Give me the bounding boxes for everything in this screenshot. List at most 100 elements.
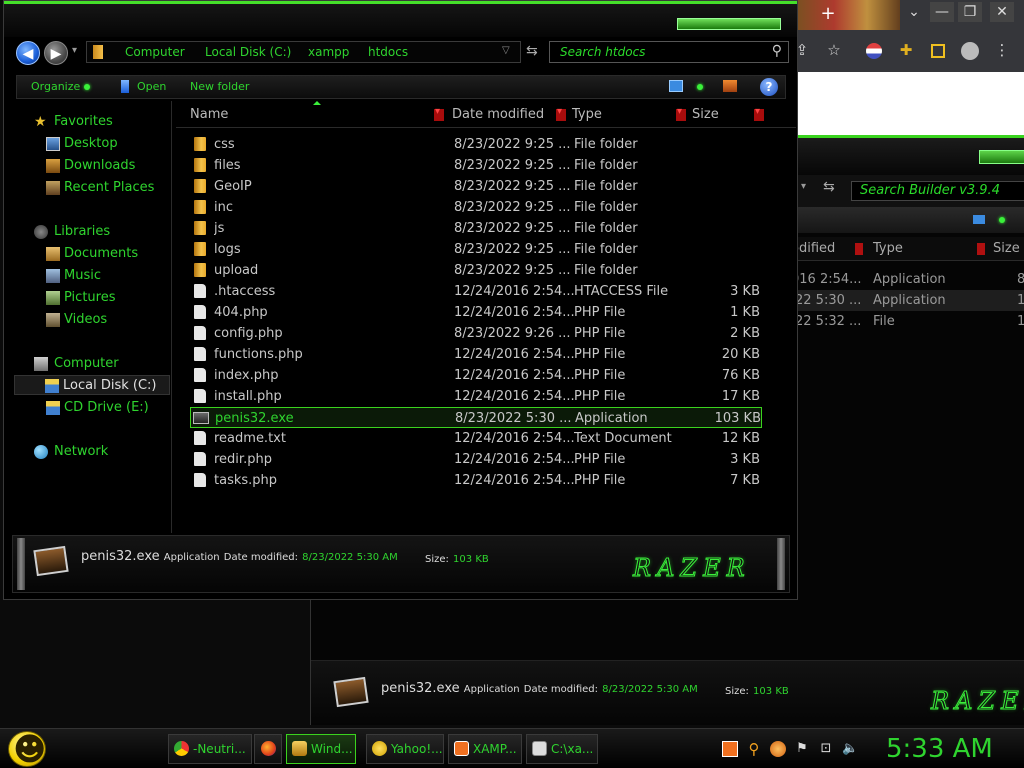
close-button[interactable]: ✕ [990, 2, 1014, 22]
open-button[interactable]: Open [137, 79, 166, 95]
column-name[interactable]: Name [176, 103, 446, 127]
browser-page[interactable] [790, 72, 1024, 135]
app-tray-icon[interactable] [770, 741, 786, 757]
chevron-down-icon[interactable]: ▾ [801, 181, 806, 192]
star-icon[interactable]: ☆ [824, 40, 844, 60]
taskbar-button-explorer[interactable]: Wind... [286, 734, 356, 764]
background-browser-window[interactable]: + ⌄ — ❐ ✕ ⇪ ☆ ✚ ⋮ [790, 0, 1024, 135]
nav-network[interactable]: Network [14, 442, 170, 462]
file-row[interactable]: redir.php 12/24/2016 2:54... PHP File 3 KB [190, 449, 762, 470]
new-tab-button[interactable]: + [816, 4, 840, 24]
column-sep[interactable] [977, 243, 985, 255]
file-row[interactable]: files 8/23/2022 9:25 ... File folder [190, 155, 762, 176]
column-filter-icon[interactable] [556, 106, 566, 121]
nav-libraries[interactable]: Libraries [14, 222, 170, 242]
breadcrumb-local-disk[interactable]: Local Disk (C:) [205, 44, 291, 60]
view-icon[interactable] [669, 80, 683, 92]
nav-recent-places[interactable]: Recent Places [14, 178, 170, 198]
taskbar-button-cmd[interactable]: C:\xa... [526, 734, 598, 764]
organize-button[interactable]: Organize [31, 79, 91, 95]
column-size[interactable]: Size [993, 240, 1020, 258]
history-dropdown-icon[interactable]: ▾ [72, 45, 77, 56]
refresh-icon[interactable]: ⇆ [526, 43, 538, 59]
file-row[interactable]: GeoIP 8/23/2022 9:25 ... File folder [190, 176, 762, 197]
file-row[interactable]: logs 8/23/2022 9:25 ... File folder [190, 239, 762, 260]
refresh-icon[interactable]: ⇆ [823, 179, 835, 195]
new-folder-button[interactable]: New folder [190, 79, 249, 95]
file-row[interactable]: upload 8/23/2022 9:25 ... File folder [190, 260, 762, 281]
back-button[interactable]: ◀ [16, 41, 40, 65]
tab-search-icon[interactable]: ⌄ [902, 2, 926, 22]
file-row[interactable]: config.php 8/23/2022 9:26 ... PHP File 2 KB [190, 323, 762, 344]
window-caption-buttons[interactable] [979, 150, 1024, 164]
search-tray-icon[interactable]: ⚲ [746, 741, 762, 757]
nav-computer[interactable]: Computer [14, 354, 170, 374]
column-filter-icon[interactable] [434, 106, 444, 121]
breadcrumb-xampp[interactable]: xampp [308, 44, 349, 60]
file-name: install.php [214, 389, 282, 404]
file-row[interactable]: css 8/23/2022 9:25 ... File folder [190, 134, 762, 155]
address-bar[interactable]: Computer Local Disk (C:) xampp htdocs ▽ [86, 41, 521, 63]
file-row[interactable]: readme.txt 12/24/2016 2:54... Text Documen… [190, 428, 762, 449]
breadcrumb-htdocs[interactable]: htdocs [368, 44, 408, 60]
downloads-icon [46, 159, 60, 173]
nav-downloads[interactable]: Downloads [14, 156, 170, 176]
taskbar-button-firefox[interactable] [254, 734, 282, 764]
nav-documents[interactable]: Documents [14, 244, 170, 264]
column-filter-icon[interactable] [676, 106, 686, 121]
window-caption-buttons[interactable] [677, 18, 781, 30]
file-row[interactable]: inc 8/23/2022 9:25 ... File folder [190, 197, 762, 218]
column-date-modified[interactable]: Date modified [446, 103, 566, 127]
column-type[interactable]: Type [873, 240, 903, 258]
file-row[interactable]: .htaccess 12/24/2016 2:54... HTACCESS File… [190, 281, 762, 302]
search-input[interactable]: Search Builder v3.9.4 [851, 181, 1024, 201]
browser-tab[interactable] [790, 0, 900, 30]
nav-videos[interactable]: Videos [14, 310, 170, 330]
browser-tabstrip: + ⌄ — ❐ ✕ [790, 0, 1024, 30]
chevron-down-icon[interactable]: ▽ [502, 45, 510, 56]
file-row[interactable]: tasks.php 12/24/2016 2:54... PHP File 7 KB [190, 470, 762, 491]
file-type: PHP File [574, 326, 626, 341]
file-row[interactable]: index.php 12/24/2016 2:54... PHP File 76 KB [190, 365, 762, 386]
taskbar-button-yahoo[interactable]: Yahoo!... [366, 734, 444, 764]
search-icon[interactable]: ⚲ [772, 43, 782, 59]
forward-button[interactable]: ▶ [44, 41, 68, 65]
column-type[interactable]: Type [566, 103, 686, 127]
account-icon[interactable] [960, 40, 980, 60]
file-row[interactable]: js 8/23/2022 9:25 ... File folder [190, 218, 762, 239]
taskbar-button-xampp[interactable]: XAMP... [448, 734, 522, 764]
preview-pane-icon[interactable] [723, 80, 737, 92]
nav-music[interactable]: Music [14, 266, 170, 286]
profile-icon[interactable] [864, 40, 884, 60]
file-row[interactable]: penis32.exe 8/23/2022 5:30 ... Application… [190, 407, 762, 428]
network-tray-icon[interactable]: ⊡ [818, 741, 834, 757]
nav-favorites[interactable]: ★ Favorites [14, 112, 170, 132]
column-filter-icon[interactable] [754, 106, 764, 121]
file-row[interactable]: install.php 12/24/2016 2:54... PHP File 17 … [190, 386, 762, 407]
file-row[interactable]: 404.php 12/24/2016 2:54... PHP File 1 KB [190, 302, 762, 323]
nav-desktop[interactable]: Desktop [14, 134, 170, 154]
explorer-window[interactable]: ◀ ▶ ▾ Computer Local Disk (C:) xampp htd… [3, 0, 798, 600]
help-button[interactable]: ? [760, 78, 778, 96]
menu-icon[interactable]: ⋮ [992, 40, 1012, 60]
restore-button[interactable]: ❐ [958, 2, 982, 22]
column-size[interactable]: Size [686, 103, 766, 127]
start-button[interactable] [8, 730, 46, 768]
breadcrumb-computer[interactable]: Computer [125, 44, 185, 60]
taskbar-button-chrome[interactable]: -Neutri... [168, 734, 252, 764]
file-row[interactable]: functions.php 12/24/2016 2:54... PHP File 2… [190, 344, 762, 365]
nav-pictures[interactable]: Pictures [14, 288, 170, 308]
search-input[interactable]: Search htdocs ⚲ [549, 41, 789, 63]
column-sep[interactable] [855, 243, 863, 255]
view-icon[interactable] [973, 215, 985, 224]
sidepanel-icon[interactable] [928, 40, 948, 60]
minimize-button[interactable]: — [930, 2, 954, 22]
view-dropdown-dot-icon[interactable] [697, 84, 703, 90]
xampp-tray-icon[interactable] [722, 741, 738, 757]
volume-tray-icon[interactable]: 🔈 [842, 741, 858, 757]
nav-cd-drive[interactable]: CD Drive (E:) [14, 398, 170, 418]
extensions-icon[interactable]: ✚ [896, 40, 916, 60]
clock[interactable]: 5:33 AM [886, 733, 993, 765]
nav-local-disk[interactable]: Local Disk (C:) [14, 375, 170, 395]
flag-tray-icon[interactable]: ⚑ [794, 741, 810, 757]
